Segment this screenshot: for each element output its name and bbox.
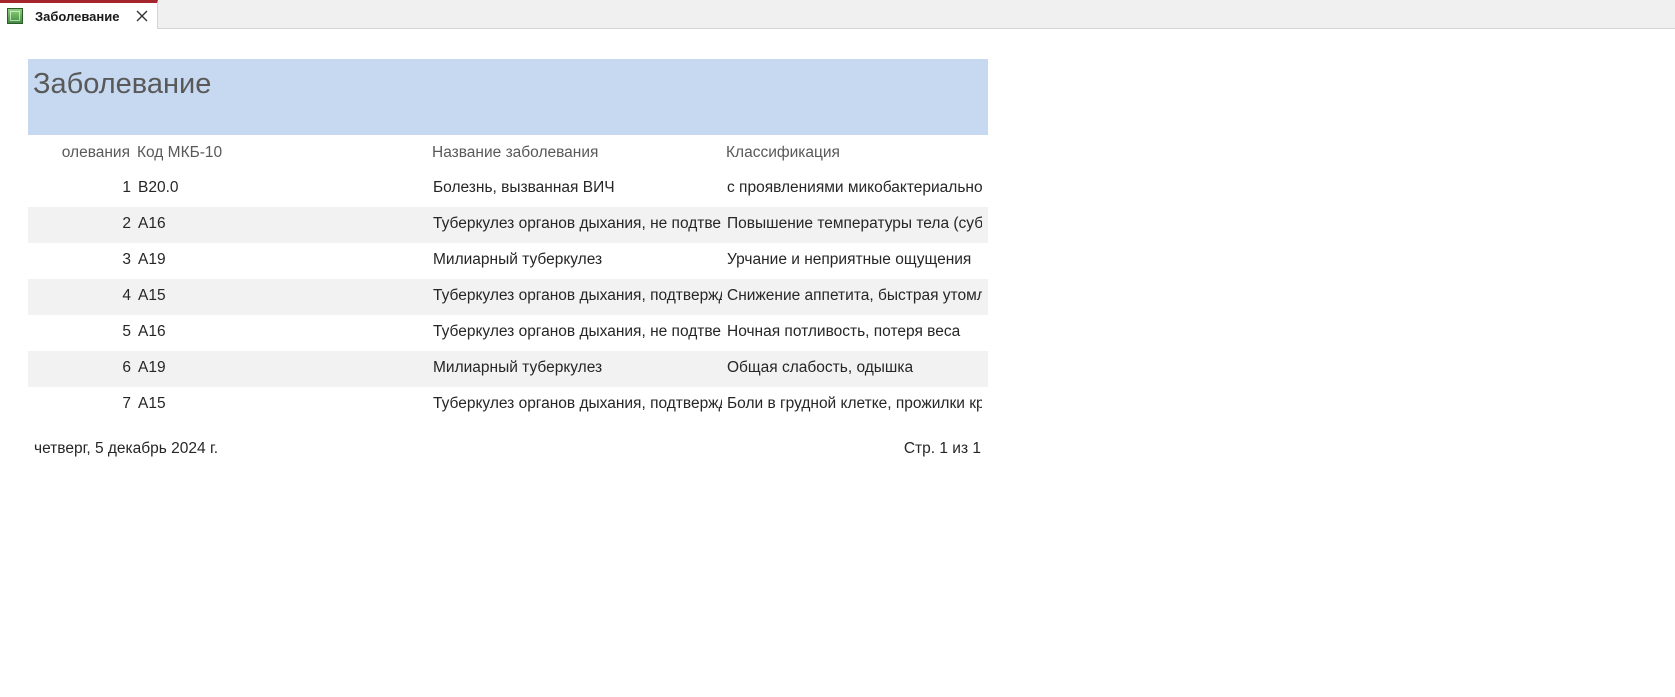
- column-header-name: Название заболевания: [432, 144, 599, 161]
- cell-id: 6: [122, 359, 131, 376]
- table-row: 2 A16 Туберкулез органов дыхания, не под…: [28, 207, 988, 243]
- cell-name: Туберкулез органов дыхания, подтвержденн…: [433, 395, 722, 412]
- close-icon[interactable]: [134, 8, 150, 24]
- cell-code: A15: [138, 287, 166, 304]
- cell-id: 5: [122, 323, 131, 340]
- table-row: 3 A19 Милиарный туберкулез Урчание и неп…: [28, 243, 988, 279]
- table-row: 5 A16 Туберкулез органов дыхания, не под…: [28, 315, 988, 351]
- cell-code: A15: [138, 395, 166, 412]
- cell-code: A19: [138, 359, 166, 376]
- column-header-id: олевания: [61, 144, 130, 161]
- report-title: Заболевание: [33, 68, 212, 100]
- cell-name: Милиарный туберкулез: [433, 359, 603, 376]
- cell-id: 4: [122, 287, 131, 304]
- cell-id: 7: [122, 395, 131, 412]
- table-row: 7 A15 Туберкулез органов дыхания, подтве…: [28, 387, 988, 423]
- cell-name: Туберкулез органов дыхания, не подтвержд…: [433, 323, 722, 340]
- cell-name: Туберкулез органов дыхания, не подтвержд…: [433, 215, 722, 232]
- cell-classification: Повышение температуры тела (субфебрильна…: [727, 215, 982, 232]
- cell-id: 3: [122, 251, 131, 268]
- cell-classification: Боли в грудной клетке, прожилки крови: [727, 395, 982, 412]
- cell-code: A16: [138, 323, 166, 340]
- cell-code: A19: [138, 251, 166, 268]
- footer-date: четверг, 5 декабрь 2024 г.: [34, 440, 219, 457]
- report-rows: 1 B20.0 Болезнь, вызванная ВИЧ с проявле…: [28, 171, 988, 423]
- cell-id: 2: [122, 215, 131, 232]
- document-tab-bar: Заболевание: [0, 0, 1675, 29]
- document-tab-label: Заболевание: [35, 9, 120, 24]
- footer-page-number: Стр. 1 из 1: [903, 440, 981, 457]
- table-row: 6 A19 Милиарный туберкулез Общая слабост…: [28, 351, 988, 387]
- table-row: 4 A15 Туберкулез органов дыхания, подтве…: [28, 279, 988, 315]
- cell-classification: Общая слабость, одышка: [727, 359, 914, 376]
- report-header: Заболевание: [28, 59, 988, 135]
- report-icon: [7, 8, 23, 24]
- cell-code: A16: [138, 215, 166, 232]
- report: Заболевание олевания Код МКБ-10 Название…: [28, 59, 988, 474]
- cell-name: Милиарный туберкулез: [433, 251, 603, 268]
- cell-code: B20.0: [138, 179, 179, 196]
- document-tab[interactable]: Заболевание: [0, 0, 158, 29]
- cell-classification: Урчание и неприятные ощущения: [727, 251, 972, 268]
- report-footer: четверг, 5 декабрь 2024 г. Стр. 1 из 1: [28, 434, 988, 474]
- cell-classification: Снижение аппетита, быстрая утомляемость: [727, 287, 982, 304]
- cell-classification: с проявлениями микобактериальной: [727, 179, 982, 196]
- cell-name: Туберкулез органов дыхания, подтвержденн…: [433, 287, 722, 304]
- cell-name: Болезнь, вызванная ВИЧ: [433, 179, 615, 196]
- cell-id: 1: [122, 179, 131, 196]
- column-header-code: Код МКБ-10: [137, 144, 223, 161]
- table-row: 1 B20.0 Болезнь, вызванная ВИЧ с проявле…: [28, 171, 988, 207]
- cell-classification: Ночная потливость, потеря веса: [727, 323, 961, 340]
- column-header-classification: Классификация: [726, 144, 840, 161]
- column-headers: олевания Код МКБ-10 Название заболевания…: [28, 135, 988, 171]
